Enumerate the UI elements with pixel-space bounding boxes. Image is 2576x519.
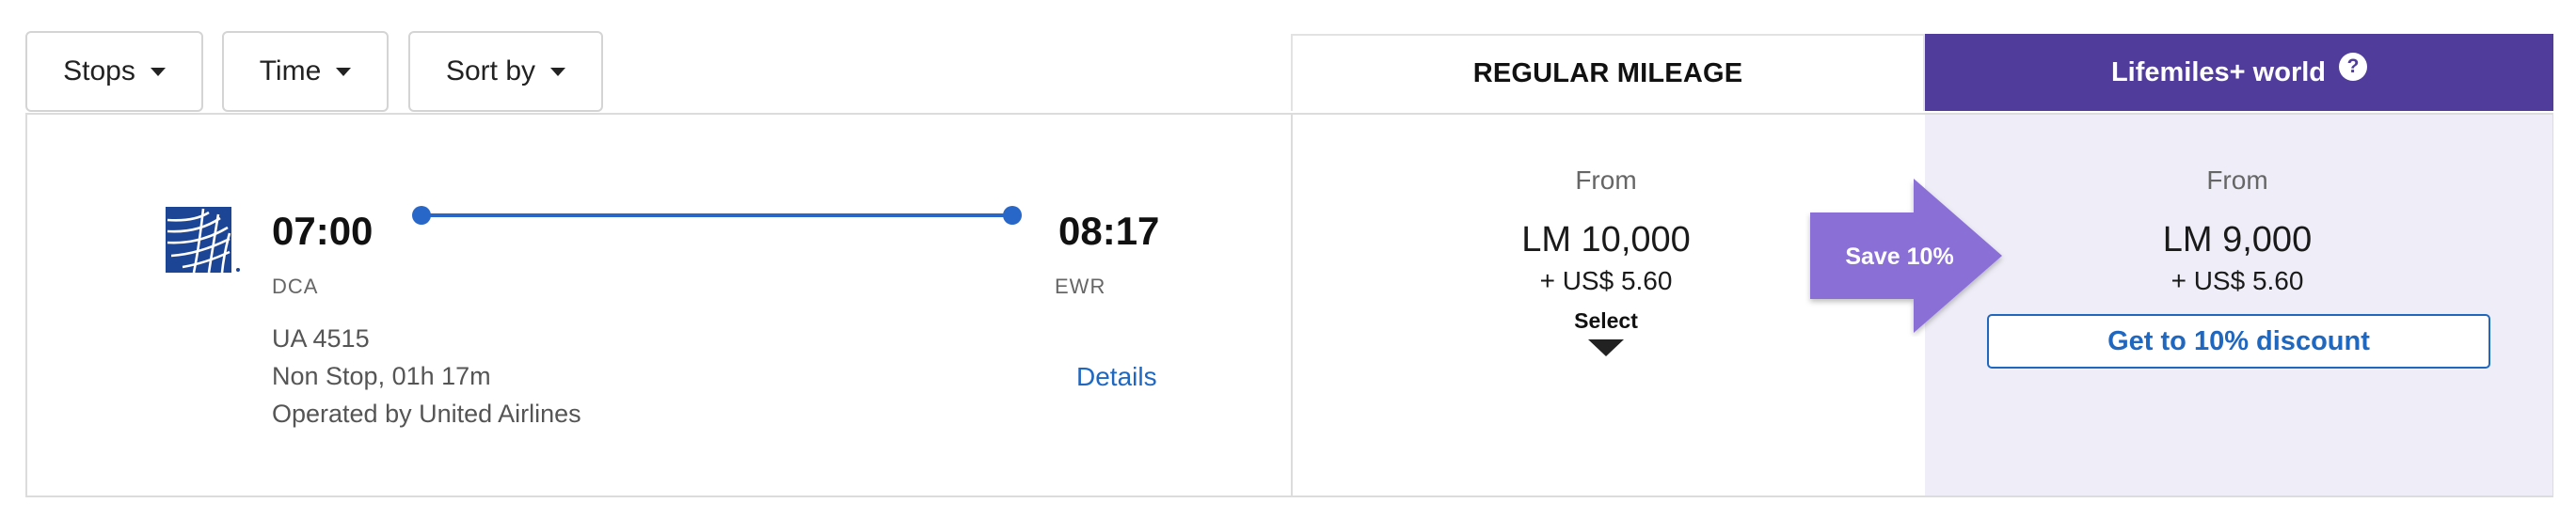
regular-mileage-title: REGULAR MILEAGE	[1472, 57, 1743, 88]
details-link[interactable]: Details	[1076, 362, 1157, 392]
time-filter-button[interactable]: Time	[222, 31, 389, 112]
get-discount-label: Get to 10% discount	[2107, 325, 2370, 356]
regular-tax-price: + US$ 5.60	[1539, 266, 1673, 295]
column-divider	[1291, 113, 1293, 497]
sort-by-label: Sort by	[445, 55, 536, 86]
help-icon[interactable]: ?	[2339, 53, 2368, 81]
plus-tax-price: + US$ 5.60	[2171, 266, 2304, 295]
united-airlines-logo-icon	[166, 207, 240, 274]
save-badge-label: Save 10%	[1845, 244, 1954, 270]
departure-time: 07:00	[272, 209, 374, 253]
caret-down-icon	[1588, 339, 1624, 356]
route-start-dot	[412, 206, 431, 225]
plus-miles-price: LM 9,000	[2162, 220, 2313, 260]
arrival-time: 08:17	[1058, 209, 1160, 253]
stops-filter-label: Stops	[63, 55, 135, 86]
flight-operator: Operated by United Airlines	[272, 400, 581, 428]
regular-from-label: From	[1575, 165, 1637, 195]
get-discount-button[interactable]: Get to 10% discount	[1987, 314, 2490, 369]
sort-by-button[interactable]: Sort by	[408, 31, 603, 112]
route-end-dot	[1003, 206, 1022, 225]
chevron-down-icon	[550, 67, 566, 76]
arrival-airport-code: EWR	[1055, 275, 1106, 298]
plus-from-label: From	[2206, 165, 2268, 195]
lifemiles-plus-title: Lifemiles+ world	[2110, 56, 2327, 87]
stops-filter-button[interactable]: Stops	[25, 31, 203, 112]
select-label: Select	[1574, 308, 1638, 333]
route-line	[421, 213, 1014, 217]
chevron-down-icon	[336, 67, 352, 76]
departure-airport-code: DCA	[272, 275, 319, 298]
flight-duration: Non Stop, 01h 17m	[272, 362, 491, 390]
lifemiles-plus-header: Lifemiles+ world ?	[1925, 34, 2553, 111]
select-regular-fare-button[interactable]: Select	[1531, 308, 1681, 361]
flight-number: UA 4515	[272, 324, 370, 353]
chevron-down-icon	[150, 67, 166, 76]
time-filter-label: Time	[259, 55, 322, 86]
regular-miles-price: LM 10,000	[1521, 220, 1691, 260]
regular-mileage-header: REGULAR MILEAGE	[1291, 34, 1925, 111]
